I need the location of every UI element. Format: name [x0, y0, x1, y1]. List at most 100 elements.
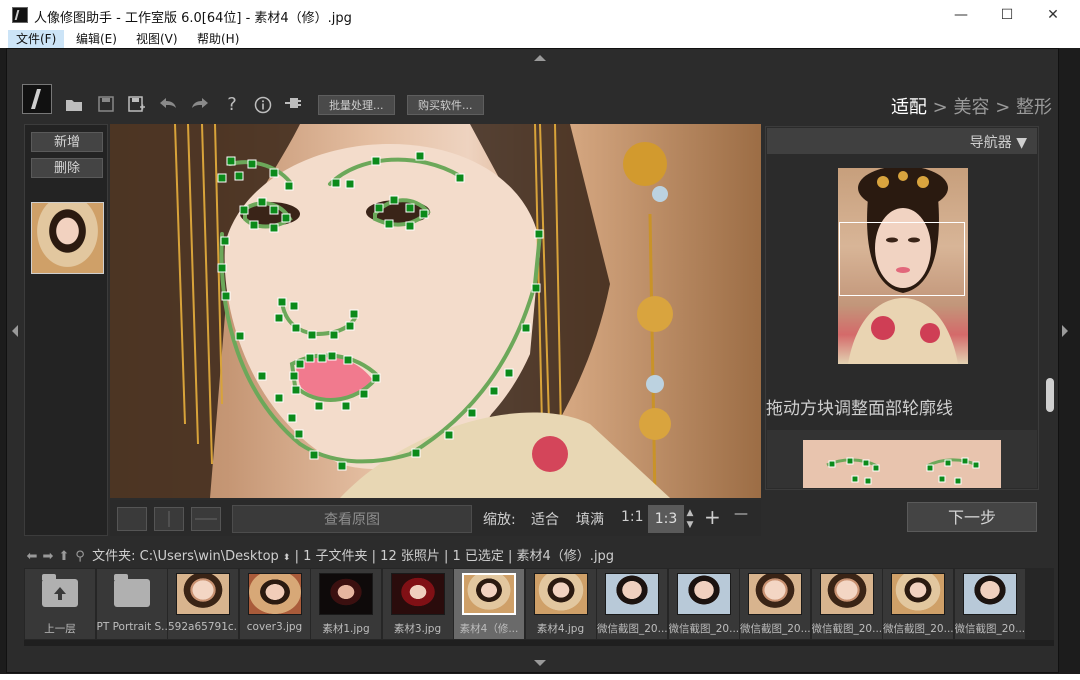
filmstrip-item[interactable]: 微信截图_20... [954, 569, 1025, 639]
filmstrip-item[interactable]: cover3.jpg [239, 569, 310, 639]
folder-path-dropdown[interactable]: C:\Users\win\Desktop [140, 549, 279, 564]
photo-canvas[interactable] [110, 124, 761, 498]
face-contour-overlay [110, 124, 673, 498]
contour-hint-text: 拖动方块调整面部轮廓线 [766, 399, 953, 419]
photo-thumbnail [605, 573, 659, 615]
navigator-header[interactable]: 导航器 ▼ [767, 128, 1037, 154]
view-original-button[interactable]: 查看原图 [232, 505, 472, 533]
menu-bar: 文件(F) 编辑(E) 视图(V) 帮助(H) [0, 30, 1080, 48]
save-as-icon[interactable] [127, 96, 147, 114]
zoom-in-button[interactable]: + [704, 505, 721, 529]
photo-thumbnail [247, 573, 302, 615]
step-reshape[interactable]: 整形 [1016, 97, 1052, 118]
maximize-button[interactable]: ☐ [984, 0, 1030, 30]
filmstrip-item-label: PT Portrait S... [96, 621, 167, 633]
collapse-right-arrow-icon[interactable] [1062, 325, 1068, 337]
next-step-button[interactable]: 下一步 [907, 502, 1037, 532]
navigator-viewport-frame[interactable] [839, 222, 965, 296]
filmstrip-item[interactable]: 素材1.jpg [311, 569, 381, 639]
photo-thumbnail [176, 573, 230, 615]
photo-thumbnail [962, 573, 1017, 615]
zoom-label: 缩放: [483, 512, 516, 528]
step-fit[interactable]: 适配 [891, 97, 927, 118]
filmstrip-item-label: 素材4（修... [459, 623, 519, 635]
filmstrip-item-label: 素材1.jpg [322, 623, 370, 635]
help-icon[interactable]: ? [222, 96, 242, 114]
menu-view[interactable]: 视图(V) [128, 30, 186, 48]
right-panel-scrollbar[interactable] [1043, 126, 1057, 490]
plugin-icon[interactable] [284, 96, 304, 114]
zoom-fill-button[interactable]: 填满 [576, 509, 604, 529]
filmstrip-item[interactable]: 素材4（修... [454, 569, 524, 639]
filmstrip-item-label: 微信截图_20... [668, 623, 739, 635]
add-face-button[interactable]: 新增 [31, 132, 103, 152]
save-icon[interactable] [96, 96, 116, 114]
collapse-left-arrow-icon[interactable] [12, 325, 18, 337]
batch-process-button[interactable]: 批量处理... [318, 95, 395, 115]
face-thumbnail[interactable] [31, 202, 104, 274]
split-vertical-view-button[interactable] [154, 507, 184, 531]
back-arrow-icon[interactable]: ⬅ [24, 549, 40, 564]
collapse-bottom-arrow-icon[interactable] [534, 660, 546, 666]
filmstrip-item[interactable]: PT Portrait S... [96, 569, 167, 639]
filmstrip-item[interactable]: 微信截图_20... [883, 569, 953, 639]
detail-preview [767, 430, 1037, 488]
navigator-title[interactable]: 导航器 ▼ [970, 132, 1027, 152]
photo-thumbnail [676, 573, 731, 615]
menu-help[interactable]: 帮助(H) [189, 30, 247, 48]
embroidery-flower [532, 436, 568, 472]
info-icon[interactable] [253, 96, 273, 114]
zoom-fit-button[interactable]: 适合 [531, 509, 559, 529]
filmstrip-item[interactable]: 微信截图_20... [811, 569, 882, 639]
search-icon[interactable]: ⚲ [72, 549, 88, 564]
filmstrip-item[interactable]: 592a65791c... [168, 569, 238, 639]
collapse-top-arrow-icon[interactable] [534, 55, 546, 61]
filmstrip-item-label: cover3.jpg [246, 621, 303, 633]
parent-folder-icon [42, 574, 78, 607]
minimize-button[interactable]: — [938, 0, 984, 30]
window-title: 人像修图助手 - 工作室版 6.0[64位] - 素材4（修）.jpg [34, 11, 352, 26]
folder-info: | 1 子文件夹 | 12 张照片 | 1 已选定 | 素材4（修）.jpg [294, 549, 615, 564]
delete-face-button[interactable]: 删除 [31, 158, 103, 178]
app-logo-large-icon [22, 84, 52, 114]
step-separator: > [989, 97, 1016, 118]
split-horizontal-view-button[interactable] [191, 507, 221, 531]
filmstrip-item[interactable]: 微信截图_20... [668, 569, 739, 639]
zoom-one-to-one-button[interactable]: 1:1 [621, 509, 644, 525]
filmstrip-item[interactable]: 素材4.jpg [525, 569, 596, 639]
folder-icon [113, 574, 150, 607]
step-beauty[interactable]: 美容 [953, 97, 989, 118]
photo-thumbnail [819, 573, 874, 615]
up-folder-icon[interactable]: ⬆ [56, 549, 72, 564]
zoom-out-button[interactable]: — [734, 506, 748, 522]
zoom-stepper-icon[interactable]: ▲ ▼ [686, 507, 694, 531]
zoom-value: 1:3 [648, 505, 684, 533]
open-folder-icon[interactable] [64, 96, 84, 114]
workflow-steps: 适配 > 美容 > 整形 [891, 93, 1052, 119]
photo-thumbnail [319, 573, 373, 615]
face-list-panel [24, 124, 108, 536]
menu-file[interactable]: 文件(F) [8, 30, 65, 48]
forward-arrow-icon[interactable]: ➡ [40, 549, 56, 564]
filmstrip-item[interactable]: 微信截图_20... [597, 569, 667, 639]
buy-software-button[interactable]: 购买软件... [407, 95, 484, 115]
undo-icon[interactable] [158, 96, 178, 114]
path-bar: ⬅ ➡ ⬆ ⚲ 文件夹: C:\Users\win\Desktop ⬍ | 1 子文件… [24, 545, 615, 565]
filmstrip-item-label: 微信截图_20... [883, 623, 953, 635]
title-bar: 人像修图助手 - 工作室版 6.0[64位] - 素材4（修）.jpg — ☐ … [0, 0, 1080, 30]
folder-label: 文件夹: [92, 549, 136, 564]
filmstrip-item[interactable]: 微信截图_20... [740, 569, 810, 639]
single-view-button[interactable] [117, 507, 147, 531]
menu-edit[interactable]: 编辑(E) [68, 30, 125, 48]
close-button[interactable]: ✕ [1030, 0, 1076, 30]
filmstrip-item-label: 上一层 [44, 623, 76, 635]
filmstrip-item[interactable]: 上一层 [25, 569, 95, 639]
dropdown-stepper-icon[interactable]: ⬍ [283, 553, 291, 563]
filmstrip-item[interactable]: 素材3.jpg [382, 569, 453, 639]
redo-icon[interactable] [190, 96, 210, 114]
right-panel-scroll-thumb[interactable] [1046, 378, 1054, 412]
filmstrip-scrollbar[interactable] [24, 640, 1054, 646]
filmstrip-item-label: 微信截图_20... [954, 623, 1025, 635]
filmstrip-item-label: 素材4.jpg [536, 623, 585, 635]
desktop-strip [0, 674, 1080, 680]
